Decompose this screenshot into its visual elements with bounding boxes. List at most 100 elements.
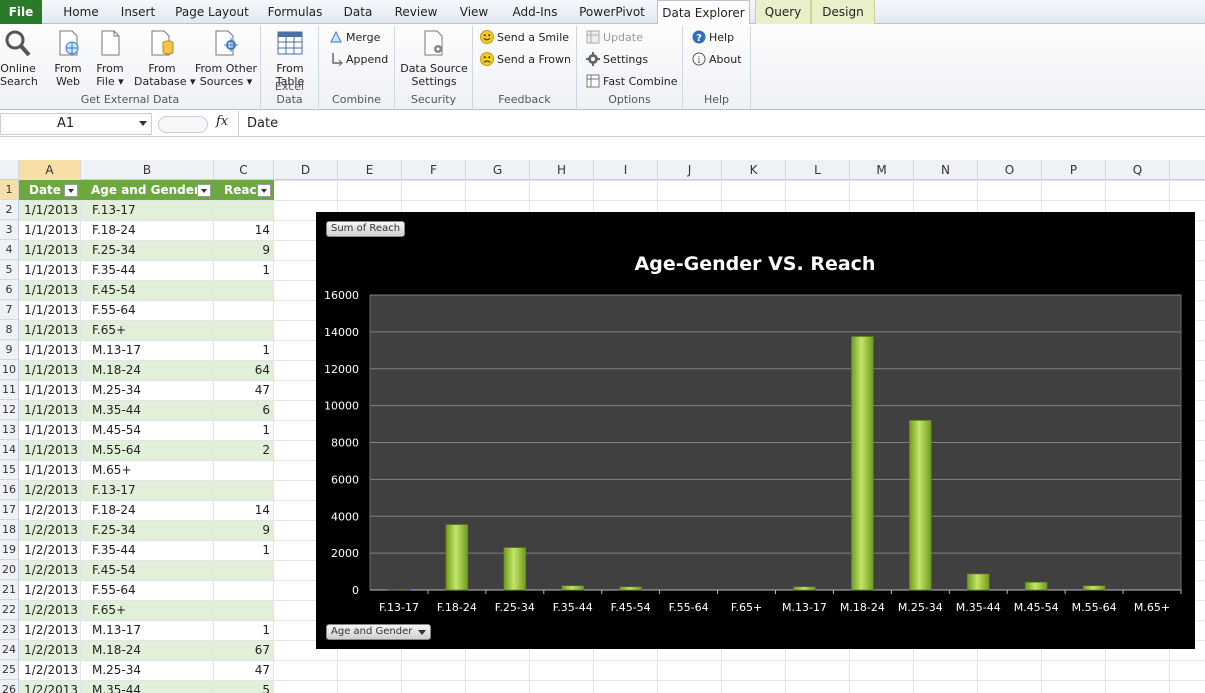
column-header-E[interactable]: E — [338, 160, 402, 180]
age-gender-cell[interactable]: F.45-54 — [81, 281, 213, 300]
row-header[interactable]: 12 — [0, 400, 19, 420]
row-header[interactable]: 14 — [0, 440, 19, 460]
row-header[interactable]: 1 — [0, 180, 19, 200]
row-header[interactable]: 8 — [0, 320, 19, 340]
tab-file[interactable]: File — [0, 0, 42, 24]
table-header-cell[interactable]: Age and Gender — [81, 180, 214, 200]
date-cell[interactable]: 1/1/2013 — [19, 281, 80, 300]
reach-cell[interactable]: 14 — [214, 501, 273, 520]
help-button[interactable]: ? Help — [692, 30, 734, 46]
reach-cell[interactable] — [214, 201, 273, 220]
tab-review[interactable]: Review — [389, 0, 443, 24]
date-cell[interactable]: 1/2/2013 — [19, 501, 80, 520]
date-cell[interactable]: 1/1/2013 — [19, 421, 80, 440]
date-cell[interactable]: 1/1/2013 — [19, 461, 80, 480]
date-cell[interactable]: 1/1/2013 — [19, 401, 80, 420]
from-table-button[interactable]: From Table — [271, 28, 309, 88]
chevron-down-icon[interactable] — [139, 121, 147, 126]
send-frown-button[interactable]: Send a Frown — [480, 52, 571, 68]
tab-insert[interactable]: Insert — [113, 0, 163, 24]
reach-cell[interactable]: 1 — [214, 541, 273, 560]
chevron-down-icon[interactable] — [418, 630, 427, 635]
reach-cell[interactable] — [214, 581, 273, 600]
reach-cell[interactable]: 1 — [214, 261, 273, 280]
row-header[interactable]: 13 — [0, 420, 19, 440]
column-header-C[interactable]: C — [214, 160, 274, 180]
age-gender-cell[interactable]: M.25-34 — [81, 381, 213, 400]
tab-home[interactable]: Home — [55, 0, 107, 24]
send-smile-button[interactable]: Send a Smile — [480, 30, 569, 46]
column-header-G[interactable]: G — [466, 160, 530, 180]
data-source-settings-button[interactable]: Data Source Settings — [399, 28, 469, 88]
append-button[interactable]: Append — [329, 52, 388, 68]
row-header[interactable]: 11 — [0, 380, 19, 400]
column-header-N[interactable]: N — [914, 160, 978, 180]
reach-cell[interactable]: 9 — [214, 521, 273, 540]
date-cell[interactable]: 1/1/2013 — [19, 221, 80, 240]
row-header[interactable]: 5 — [0, 260, 19, 280]
reach-cell[interactable]: 6 — [214, 401, 273, 420]
age-gender-cell[interactable]: F.25-34 — [81, 521, 213, 540]
tab-data[interactable]: Data — [337, 0, 379, 24]
insert-function-icon[interactable]: fx — [216, 114, 228, 129]
age-gender-cell[interactable]: M.18-24 — [81, 361, 213, 380]
date-cell[interactable]: 1/1/2013 — [19, 321, 80, 340]
from-database-button[interactable]: From Database ▾ — [134, 28, 196, 88]
row-header[interactable]: 21 — [0, 580, 19, 600]
column-header-L[interactable]: L — [786, 160, 850, 180]
reach-cell[interactable] — [214, 281, 273, 300]
row-header[interactable]: 24 — [0, 640, 19, 660]
reach-cell[interactable]: 1 — [214, 341, 273, 360]
column-header-H[interactable]: H — [530, 160, 594, 180]
row-header[interactable]: 25 — [0, 660, 19, 680]
reach-cell[interactable]: 9 — [214, 241, 273, 260]
row-header[interactable]: 6 — [0, 280, 19, 300]
name-box[interactable]: A1 — [0, 113, 152, 135]
row-header[interactable]: 20 — [0, 560, 19, 580]
date-cell[interactable]: 1/2/2013 — [19, 601, 80, 620]
row-header[interactable]: 7 — [0, 300, 19, 320]
filter-dropdown-icon[interactable] — [64, 184, 78, 197]
tab-design[interactable]: Design — [811, 0, 875, 24]
date-cell[interactable]: 1/1/2013 — [19, 441, 80, 460]
age-gender-cell[interactable]: F.35-44 — [81, 541, 213, 560]
date-cell[interactable]: 1/2/2013 — [19, 561, 80, 580]
age-gender-cell[interactable]: F.13-17 — [81, 481, 213, 500]
age-gender-cell[interactable]: F.65+ — [81, 321, 213, 340]
age-gender-cell[interactable]: F.35-44 — [81, 261, 213, 280]
from-web-button[interactable]: From Web — [50, 28, 86, 88]
column-header-P[interactable]: P — [1042, 160, 1106, 180]
date-cell[interactable]: 1/2/2013 — [19, 621, 80, 640]
about-button[interactable]: i About — [692, 52, 742, 68]
age-gender-cell[interactable]: M.25-34 — [81, 661, 213, 680]
tab-query[interactable]: Query — [755, 0, 811, 24]
age-gender-cell[interactable]: M.13-17 — [81, 621, 213, 640]
settings-button[interactable]: Settings — [586, 52, 648, 68]
date-cell[interactable]: 1/2/2013 — [19, 661, 80, 680]
tab-add-ins[interactable]: Add-Ins — [505, 0, 565, 24]
date-cell[interactable]: 1/1/2013 — [19, 341, 80, 360]
age-gender-cell[interactable]: F.18-24 — [81, 501, 213, 520]
formula-input[interactable]: Date — [238, 111, 278, 137]
column-header-M[interactable]: M — [850, 160, 914, 180]
age-gender-cell[interactable]: M.13-17 — [81, 341, 213, 360]
update-button[interactable]: Update — [586, 30, 643, 46]
reach-cell[interactable] — [214, 481, 273, 500]
age-gender-cell[interactable]: M.35-44 — [81, 681, 213, 693]
date-cell[interactable]: 1/1/2013 — [19, 261, 80, 280]
reach-cell[interactable]: 47 — [214, 381, 273, 400]
date-cell[interactable]: 1/2/2013 — [19, 681, 80, 693]
online-search-button[interactable]: Online Search — [0, 28, 38, 88]
date-cell[interactable]: 1/1/2013 — [19, 241, 80, 260]
column-header-A[interactable]: A — [19, 160, 81, 180]
tab-data-explorer[interactable]: Data Explorer — [657, 0, 750, 25]
tab-powerpivot[interactable]: PowerPivot — [573, 0, 651, 24]
date-cell[interactable]: 1/2/2013 — [19, 581, 80, 600]
date-cell[interactable]: 1/1/2013 — [19, 301, 80, 320]
age-gender-cell[interactable]: M.18-24 — [81, 641, 213, 660]
row-header[interactable]: 19 — [0, 540, 19, 560]
date-cell[interactable]: 1/1/2013 — [19, 361, 80, 380]
column-header-I[interactable]: I — [594, 160, 658, 180]
row-header[interactable]: 3 — [0, 220, 19, 240]
row-header[interactable]: 23 — [0, 620, 19, 640]
